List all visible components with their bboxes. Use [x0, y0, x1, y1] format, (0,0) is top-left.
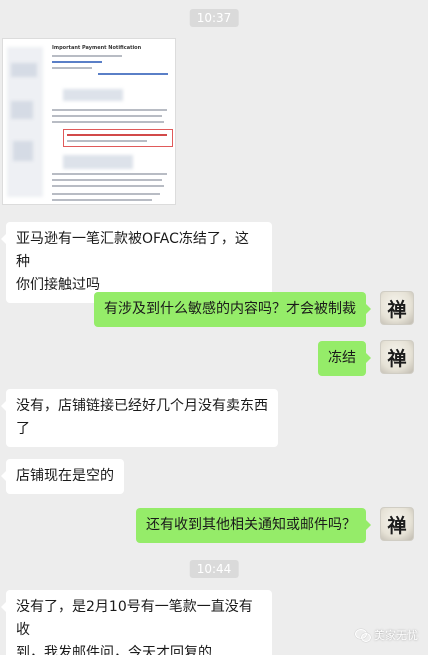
- user-avatar[interactable]: 禅: [380, 291, 414, 325]
- message-text: 店铺现在是空的: [16, 468, 114, 484]
- image-message-email-screenshot[interactable]: Important Payment Notification: [2, 38, 176, 205]
- message-bubble-sent[interactable]: 有涉及到什么敏感的内容吗？才会被制裁: [94, 292, 371, 327]
- wechat-official-account-icon: [355, 628, 371, 642]
- message-text: 没有了，是2月10号有一笔款一直没有收: [16, 599, 253, 638]
- user-avatar[interactable]: 禅: [380, 507, 414, 541]
- timestamp: 10:44: [189, 560, 239, 578]
- message-text: 到，我发邮件问，今天才回复的: [16, 645, 212, 655]
- watermark: 美家无忧: [355, 627, 418, 643]
- message-text: 冻结: [328, 350, 356, 366]
- watermark-text: 美家无忧: [374, 629, 418, 642]
- user-avatar[interactable]: 禅: [380, 340, 414, 374]
- message-text: 亚马逊有一笔汇款被OFAC冻结了，这种: [16, 231, 249, 270]
- message-bubble-sent[interactable]: 还有收到其他相关通知或邮件吗？: [136, 508, 371, 543]
- email-heading: Important Payment Notification: [52, 45, 142, 51]
- timestamp: 10:37: [189, 9, 239, 27]
- message-text: 还有收到其他相关通知或邮件吗？: [146, 517, 356, 533]
- message-bubble-sent[interactable]: 冻结: [318, 341, 371, 376]
- message-bubble-received[interactable]: 没有了，是2月10号有一笔款一直没有收 到，我发邮件问，今天才回复的: [1, 590, 272, 655]
- highlight-box: [63, 129, 173, 147]
- message-bubble-received[interactable]: 没有，店铺链接已经好几个月没有卖东西 了: [1, 389, 278, 447]
- message-bubble-received[interactable]: 店铺现在是空的: [1, 459, 124, 494]
- message-text: 有涉及到什么敏感的内容吗？才会被制裁: [104, 301, 356, 317]
- message-text: 了: [16, 421, 30, 437]
- message-bubble-received[interactable]: 亚马逊有一笔汇款被OFAC冻结了，这种 你们接触过吗: [1, 222, 272, 303]
- message-text: 没有，店铺链接已经好几个月没有卖东西: [16, 398, 268, 414]
